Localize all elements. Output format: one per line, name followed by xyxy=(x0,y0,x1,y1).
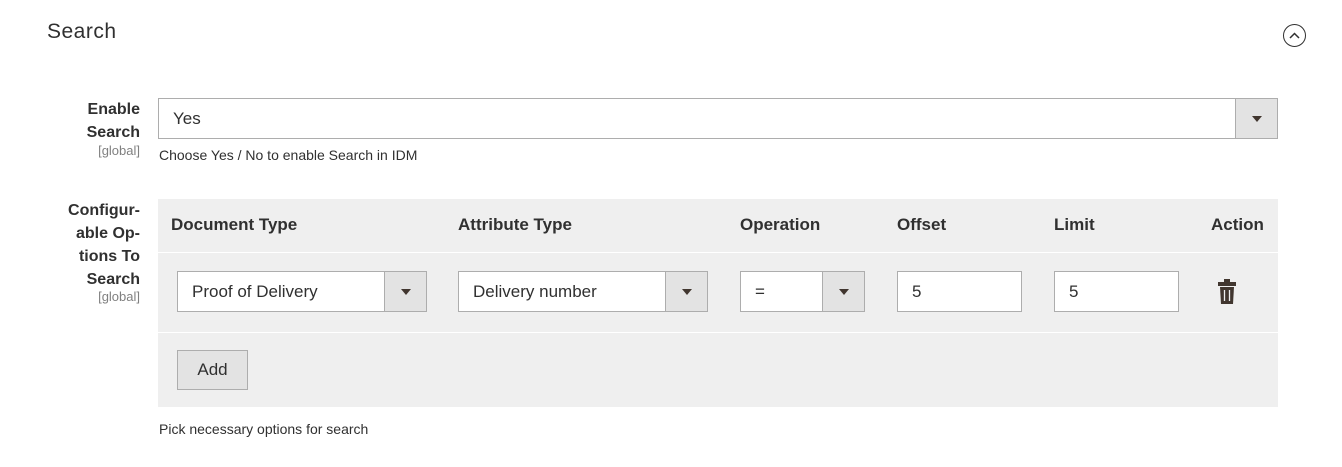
configurable-options-label: Configur- able Op- tions To Search xyxy=(68,199,140,291)
limit-input[interactable]: 5 xyxy=(1054,271,1179,312)
column-action: Action xyxy=(1211,215,1264,234)
enable-search-select[interactable]: Yes xyxy=(158,98,1278,139)
offset-input[interactable]: 5 xyxy=(897,271,1022,312)
configurable-options-scope: [global] xyxy=(98,289,140,304)
enable-search-scope: [global] xyxy=(98,143,140,158)
grid-header: Document Type Attribute Type Operation O… xyxy=(158,199,1278,253)
limit-value: 5 xyxy=(1069,282,1079,301)
column-operation: Operation xyxy=(740,215,821,234)
column-document-type: Document Type xyxy=(171,215,298,234)
configurable-options-label-line3: tions To xyxy=(78,248,140,265)
operation-select[interactable]: = xyxy=(740,271,865,312)
operation-dropdown-toggle[interactable] xyxy=(822,272,864,311)
offset-value: 5 xyxy=(912,282,922,301)
operation-value: = xyxy=(755,282,765,301)
attribute-type-select[interactable]: Delivery number xyxy=(458,271,708,312)
configurable-options-label-line4: Search xyxy=(86,271,140,288)
section-title[interactable]: Search xyxy=(47,20,117,44)
attribute-type-dropdown-toggle[interactable] xyxy=(665,272,707,311)
chevron-down-icon xyxy=(400,288,411,295)
chevron-down-icon xyxy=(681,288,692,295)
enable-search-value: Yes xyxy=(173,109,201,128)
column-offset: Offset xyxy=(897,215,947,234)
trash-icon[interactable] xyxy=(1217,279,1237,305)
chevron-down-icon xyxy=(838,288,849,295)
chevron-up-icon xyxy=(1289,32,1300,39)
document-type-dropdown-toggle[interactable] xyxy=(384,272,426,311)
chevron-down-icon xyxy=(1251,115,1262,122)
configurable-options-label-line1: Configur- xyxy=(68,202,140,219)
collapse-section-button[interactable] xyxy=(1283,24,1306,47)
enable-search-label: Enable Search xyxy=(87,98,140,144)
table-row: Proof of Delivery Delivery number = 5 5 xyxy=(158,254,1278,333)
configurable-options-label-line2: able Op- xyxy=(75,225,140,242)
column-limit: Limit xyxy=(1054,215,1095,234)
enable-search-note: Choose Yes / No to enable Search in IDM xyxy=(159,147,418,163)
document-type-value: Proof of Delivery xyxy=(192,282,318,301)
enable-search-dropdown-toggle[interactable] xyxy=(1235,99,1277,138)
column-attribute-type: Attribute Type xyxy=(458,215,572,234)
enable-search-label-line1: Enable xyxy=(87,101,140,118)
attribute-type-value: Delivery number xyxy=(473,282,597,301)
enable-search-label-line2: Search xyxy=(86,124,140,141)
add-row-button[interactable]: Add xyxy=(177,350,248,390)
configurable-options-note: Pick necessary options for search xyxy=(159,421,369,437)
search-options-grid: Document Type Attribute Type Operation O… xyxy=(158,199,1278,407)
document-type-select[interactable]: Proof of Delivery xyxy=(177,271,427,312)
